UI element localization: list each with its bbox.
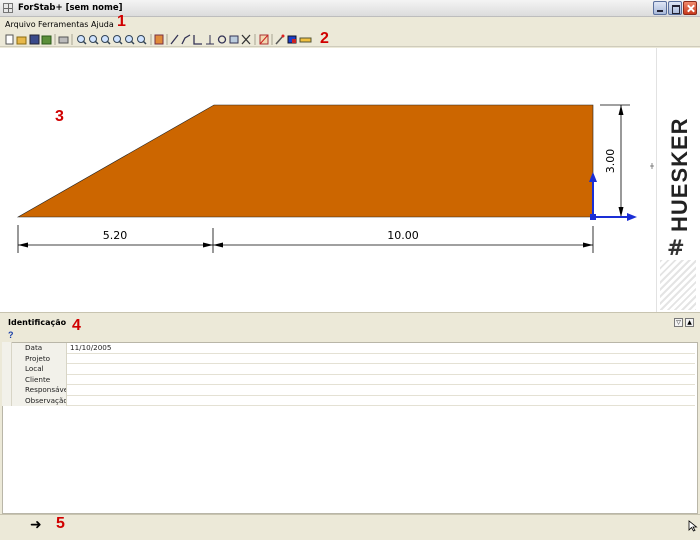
property-row[interactable]: Responsável: [12, 385, 695, 396]
small-cross-icon: [650, 163, 654, 169]
app-icon: [3, 3, 13, 13]
property-key: Data: [12, 343, 67, 354]
property-row[interactable]: Local: [12, 364, 695, 375]
window-title: ForStab+ [sem nome]: [18, 3, 123, 13]
save-icon[interactable]: [29, 34, 40, 45]
property-grid-gutter: [2, 342, 12, 406]
logo-text: HUESKER: [667, 117, 692, 232]
zoom-in-plus-icon[interactable]: [89, 35, 99, 45]
pan-icon[interactable]: [154, 34, 164, 45]
identification-panel-header: Identificação ▽ ▲: [0, 312, 700, 330]
callout-3: 3: [55, 108, 64, 125]
property-row[interactable]: Cliente: [12, 374, 695, 385]
axis-indicator: [589, 172, 637, 221]
zoom-window-icon[interactable]: [101, 35, 111, 45]
material-icon[interactable]: [287, 35, 297, 44]
property-key: Cliente: [12, 374, 67, 385]
dim-label-left: 5.20: [103, 229, 128, 242]
polyline-icon[interactable]: [181, 34, 191, 45]
maximize-button[interactable]: [668, 1, 682, 15]
property-key: Projeto: [12, 353, 67, 364]
dim-label-height: 3.00: [604, 149, 617, 174]
slope-polygon[interactable]: [16, 104, 594, 218]
callout-1: 1: [117, 13, 126, 30]
property-row[interactable]: Observação: [12, 395, 695, 406]
line-icon[interactable]: [170, 34, 179, 45]
toolbar: [0, 32, 700, 47]
circle-icon[interactable]: [217, 35, 227, 44]
property-toolbar: ?: [0, 330, 700, 342]
perpendicular-icon[interactable]: [206, 35, 214, 45]
status-bar: [0, 514, 700, 540]
panel-expand-button[interactable]: ▲: [685, 318, 694, 327]
drawing-canvas[interactable]: 5.20 10.00 3.00 3: [0, 48, 656, 312]
status-arrow-icon: ➜: [30, 517, 42, 533]
delete-icon[interactable]: [241, 34, 251, 45]
menu-ajuda[interactable]: Ajuda: [91, 20, 114, 29]
zoom-extents-icon[interactable]: [113, 35, 123, 45]
dim-label-right: 10.00: [387, 229, 419, 242]
menu-bar: Arquivo Ferramentas Ajuda: [0, 17, 700, 32]
close-button[interactable]: [683, 1, 697, 15]
ruler-icon[interactable]: [299, 37, 312, 43]
export-icon[interactable]: [41, 35, 52, 45]
property-row[interactable]: Projeto: [12, 353, 695, 364]
open-file-icon[interactable]: [16, 36, 27, 45]
identification-title: Identificação: [8, 318, 67, 327]
angle-icon[interactable]: [193, 35, 202, 45]
zoom-in-icon[interactable]: [77, 35, 87, 45]
minimize-button[interactable]: [653, 1, 667, 15]
logo-hatch-pattern: [660, 260, 696, 310]
callout-5: 5: [56, 515, 65, 532]
property-key: Local: [12, 364, 67, 375]
toolbar-icons: [5, 34, 312, 45]
zoom-out-icon[interactable]: [137, 35, 147, 45]
new-file-icon[interactable]: [5, 34, 14, 45]
property-key: Observação: [12, 395, 67, 406]
logo-hash-icon: #: [667, 236, 685, 260]
zoom-previous-icon[interactable]: [125, 35, 135, 45]
print-icon[interactable]: [58, 36, 69, 44]
layers-icon[interactable]: [229, 35, 239, 44]
help-icon[interactable]: ?: [8, 330, 14, 340]
callout-2: 2: [320, 30, 329, 47]
title-bar: ForStab+ [sem nome]: [0, 0, 700, 17]
anchor-icon[interactable]: [259, 34, 269, 45]
property-key: Responsável: [12, 385, 67, 396]
menu-ferramentas[interactable]: Ferramentas: [38, 20, 88, 29]
menu-arquivo[interactable]: Arquivo: [5, 20, 36, 29]
property-row[interactable]: Data 11/10/2005: [12, 343, 695, 354]
mouse-cursor-icon: [688, 520, 698, 532]
paint-icon[interactable]: [275, 34, 285, 45]
panel-collapse-button[interactable]: ▽: [674, 318, 683, 327]
property-value[interactable]: 11/10/2005: [70, 343, 111, 353]
